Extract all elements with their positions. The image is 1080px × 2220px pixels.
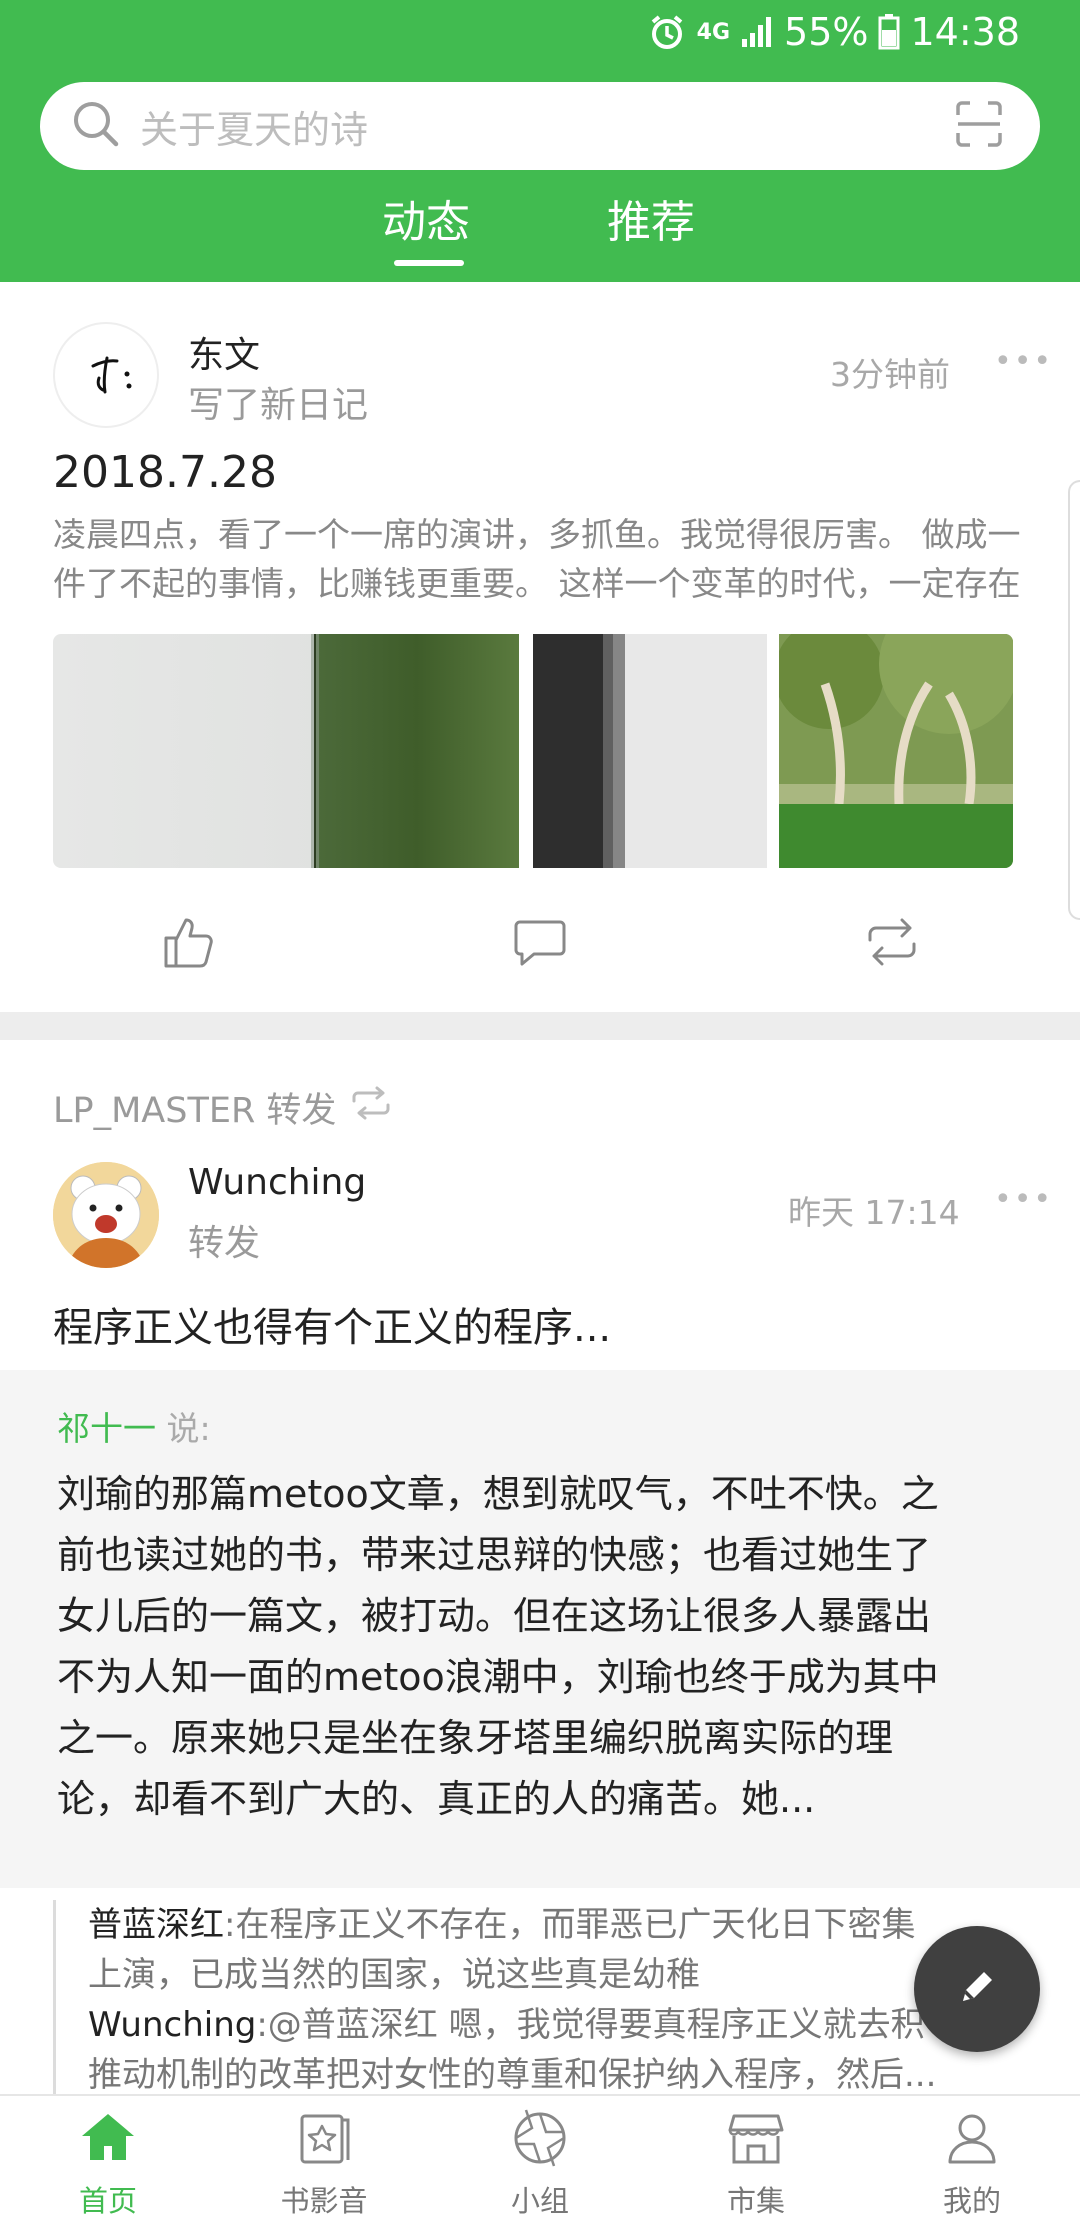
repost-icon	[350, 1085, 392, 1130]
commenter-name[interactable]: 普蓝深红	[88, 1905, 224, 1945]
comment-text: :@普蓝深红 嗯，我觉得要真程序正义就去积	[256, 2005, 925, 2045]
status-bar: 4G 55% 14:38	[647, 8, 1020, 56]
quoted-text: 刘瑜的那篇metoo文章，想到就叹气，不吐不快。之 前也读过她的书，带来过思辩的…	[57, 1464, 1017, 1830]
nav-home[interactable]: 首页	[0, 2096, 216, 2220]
repost-by: LP_MASTER 转发	[53, 1091, 337, 1131]
more-options-icon[interactable]: •••	[994, 1182, 1053, 1217]
nav-group[interactable]: 小组	[432, 2096, 648, 2220]
post-excerpt-line: 凌晨四点，看了一个一席的演讲，多抓鱼。我觉得很厉害。 做成一	[53, 515, 1021, 554]
nav-label: 小组	[510, 2184, 569, 2218]
author-name[interactable]: 东文	[188, 326, 260, 378]
book-movie-music-icon	[294, 2108, 354, 2168]
compose-button[interactable]	[914, 1926, 1040, 2052]
active-tab-indicator	[394, 260, 464, 266]
repost-comment[interactable]: 程序正义也得有个正义的程序...	[53, 1295, 611, 1353]
more-options-icon[interactable]: •••	[994, 344, 1053, 379]
quoted-author: 祁十一 说:	[57, 1402, 211, 1450]
comment-preview[interactable]: 普蓝深红:在程序正义不存在，而罪恶已广天化日下密集 上演，已成当然的国家，说这些…	[53, 1900, 993, 2096]
alarm-icon	[647, 12, 687, 52]
quoted-status[interactable]: 祁十一 说: 刘瑜的那篇metoo文章，想到就叹气，不吐不快。之 前也读过她的书…	[0, 1370, 1080, 1888]
comment-line: 普蓝深红:在程序正义不存在，而罪恶已广天化日下密集	[88, 1900, 993, 1950]
nav-label: 书影音	[280, 2184, 368, 2218]
clock: 14:38	[910, 10, 1020, 54]
post-action: 转发	[188, 1223, 261, 1264]
bottom-navigation: 首页 书影音 小组 市集 我的	[0, 2094, 1080, 2220]
avatar[interactable]	[53, 1162, 159, 1268]
repost-info[interactable]: LP_MASTER 转发	[53, 1082, 392, 1133]
battery-percent: 55%	[784, 10, 869, 54]
search-input[interactable]: 关于夏天的诗	[140, 99, 954, 154]
author-name[interactable]: Wunching	[188, 1162, 366, 1203]
post-excerpt-line: 件了不起的事情，比赚钱更重要。 这样一个变革的时代，一定存在	[53, 564, 1021, 603]
feed-card-repost[interactable]: LP_MASTER 转发 Wunching 转发 昨天 17:14 ••• 程序…	[0, 1040, 1080, 2096]
scan-icon[interactable]	[954, 99, 1004, 153]
quoted-text-line: 之一。原来她只是坐在象牙塔里编织脱离实际的理	[57, 1716, 894, 1760]
photo-thumbnail[interactable]	[779, 634, 1013, 868]
nav-market[interactable]: 市集	[648, 2096, 864, 2220]
quoted-text-line: 不为人知一面的metoo浪潮中，刘瑜也终于成为其中	[57, 1655, 939, 1699]
quoted-text-line: 女儿后的一篇文，被打动。但在这场让很多人暴露出	[57, 1594, 932, 1638]
quoted-author-name[interactable]: 祁十一	[57, 1409, 156, 1448]
feed-separator	[0, 1012, 1080, 1040]
quoted-text-line: 前也读过她的书，带来过思辩的快感；也看过她生了	[57, 1533, 932, 1577]
quoted-said-label: 说:	[166, 1409, 211, 1448]
post-time: 昨天 17:14	[788, 1193, 960, 1232]
comment-icon[interactable]	[510, 912, 570, 972]
post-action: 写了新日记	[188, 385, 369, 426]
search-bar[interactable]: 关于夏天的诗	[40, 82, 1040, 170]
comment-line: 上演，已成当然的国家，说这些真是幼稚	[88, 1950, 993, 2000]
comment-text: 推动机制的改革把对女性的尊重和保护纳入程序，然后...	[88, 2055, 937, 2095]
avatar[interactable]	[53, 322, 159, 428]
nav-label: 我的	[942, 2184, 1001, 2218]
pencil-icon	[953, 1963, 1001, 2015]
nav-book-movie-music[interactable]: 书影音	[216, 2096, 432, 2220]
nav-label: 首页	[78, 2184, 137, 2218]
profile-icon	[942, 2108, 1002, 2168]
market-icon	[726, 2108, 786, 2168]
quoted-text-line: 论，却看不到广大的、真正的人的痛苦。她...	[57, 1777, 816, 1821]
nav-profile[interactable]: 我的	[864, 2096, 1080, 2220]
comment-line: 推动机制的改革把对女性的尊重和保护纳入程序，然后...	[88, 2050, 993, 2096]
post-excerpt[interactable]: 凌晨四点，看了一个一席的演讲，多抓鱼。我觉得很厉害。 做成一 件了不起的事情，比…	[53, 510, 1033, 608]
scroll-handle[interactable]	[1068, 480, 1080, 920]
quoted-text-line: 刘瑜的那篇metoo文章，想到就叹气，不吐不快。之	[57, 1472, 939, 1516]
photo-thumbnail[interactable]	[533, 634, 767, 868]
image-gallery	[53, 634, 1013, 868]
comment-line: Wunching:@普蓝深红 嗯，我觉得要真程序正义就去积	[88, 2000, 993, 2050]
like-icon[interactable]	[158, 912, 218, 972]
post-time: 3分钟前	[830, 355, 950, 394]
commenter-name[interactable]: Wunching	[88, 2005, 256, 2045]
feed-card-diary[interactable]: 东文 写了新日记 3分钟前 ••• 2018.7.28 凌晨四点，看了一个一席的…	[0, 282, 1080, 1012]
signal-icon	[740, 15, 774, 49]
network-type: 4G	[696, 19, 731, 45]
photo-thumbnail[interactable]	[53, 634, 519, 868]
battery-icon	[878, 14, 900, 50]
home-icon	[78, 2108, 138, 2168]
group-icon	[510, 2108, 570, 2168]
app-header: 4G 55% 14:38 关于夏天的诗 动态 推荐	[0, 0, 1080, 282]
post-actions	[0, 912, 1080, 992]
comment-text: 上演，已成当然的国家，说这些真是幼稚	[88, 1955, 700, 1995]
tab-recommend[interactable]: 推荐	[607, 186, 695, 250]
reshare-icon[interactable]	[862, 912, 922, 972]
feed-tabs: 动态 推荐	[0, 186, 1080, 282]
tab-dynamic[interactable]: 动态	[382, 186, 470, 250]
comment-text: :在程序正义不存在，而罪恶已广天化日下密集	[224, 1905, 916, 1945]
search-icon	[70, 98, 122, 154]
post-title[interactable]: 2018.7.28	[53, 447, 277, 498]
nav-label: 市集	[726, 2184, 785, 2218]
